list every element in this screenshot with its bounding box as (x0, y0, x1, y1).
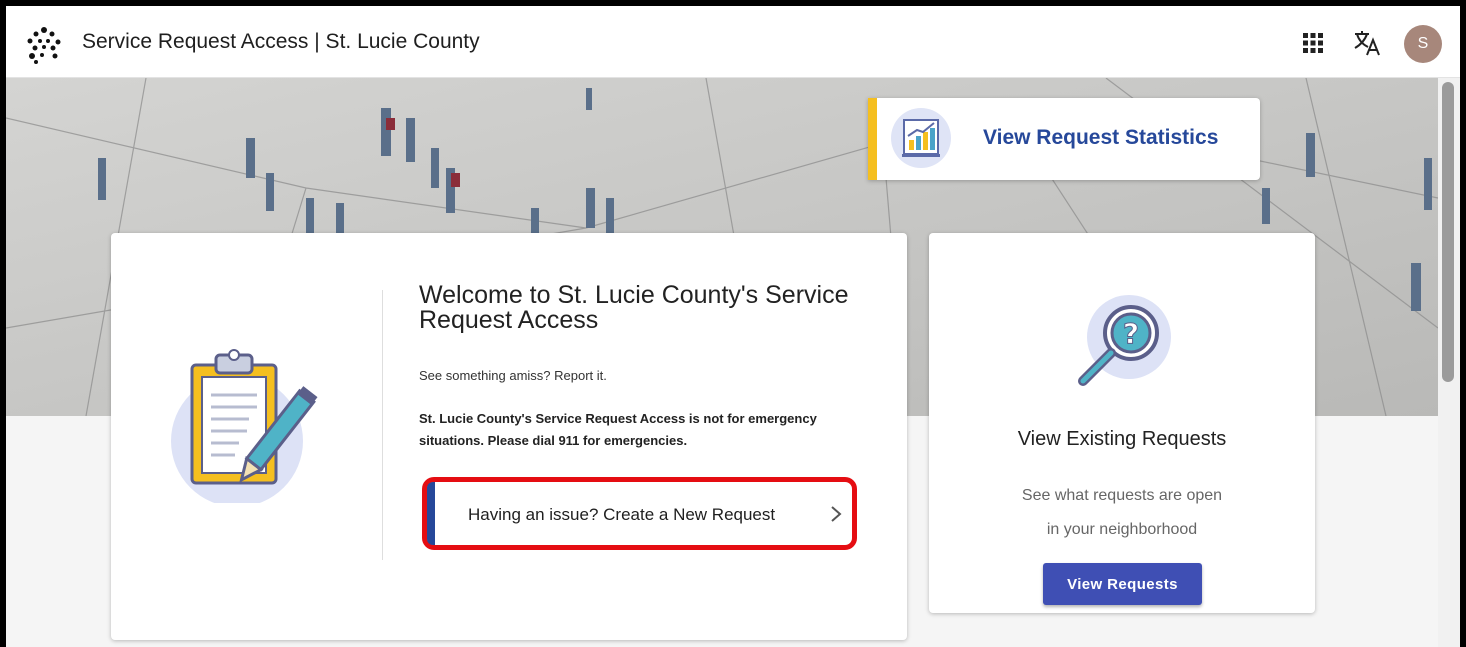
magnifier-question-icon: ? (1078, 295, 1171, 386)
bar-chart-icon (891, 108, 951, 168)
create-new-request-button[interactable]: Having an issue? Create a New Request (422, 477, 857, 550)
create-new-request-label: Having an issue? Create a New Request (468, 505, 776, 524)
view-request-statistics-card[interactable]: View Request Statistics (868, 98, 1260, 180)
view-requests-button[interactable]: View Requests (1043, 563, 1202, 605)
scrollbar-thumb[interactable] (1442, 82, 1454, 382)
app-title: Service Request Access | St. Lucie Count… (82, 30, 480, 53)
view-existing-requests-title: View Existing Requests (1017, 428, 1227, 450)
svg-text:?: ? (1123, 317, 1139, 350)
translate-icon[interactable] (1352, 28, 1382, 58)
welcome-tagline: See something amiss? Report it. (419, 368, 607, 383)
welcome-card: Welcome to St. Lucie County's Service Re… (111, 233, 907, 640)
clipboard-pencil-icon (171, 349, 318, 503)
view-request-statistics-label: View Request Statistics (983, 126, 1219, 149)
apps-grid-icon[interactable] (1302, 32, 1324, 54)
emergency-notice: St. Lucie County's Service Request Acces… (419, 411, 817, 448)
app-frame: Service Request Access | St. Lucie Count… (6, 6, 1460, 647)
desc-line-2: in your neighborhood (1046, 521, 1198, 538)
top-bar: Service Request Access | St. Lucie Count… (6, 6, 1460, 78)
view-existing-requests-card: ? View Existing Requests See what reques… (929, 233, 1315, 613)
dots-logo-icon[interactable] (24, 24, 64, 64)
user-avatar[interactable]: S (1404, 25, 1442, 63)
chevron-right-icon (831, 506, 842, 522)
desc-line-1: See what requests are open (1021, 487, 1223, 504)
welcome-title: Welcome to St. Lucie County's Service Re… (419, 281, 849, 334)
view-existing-requests-desc: See what requests are open in your neigh… (929, 479, 1315, 547)
card-divider (382, 290, 383, 560)
create-new-request-inner[interactable]: Having an issue? Create a New Request (427, 482, 852, 545)
